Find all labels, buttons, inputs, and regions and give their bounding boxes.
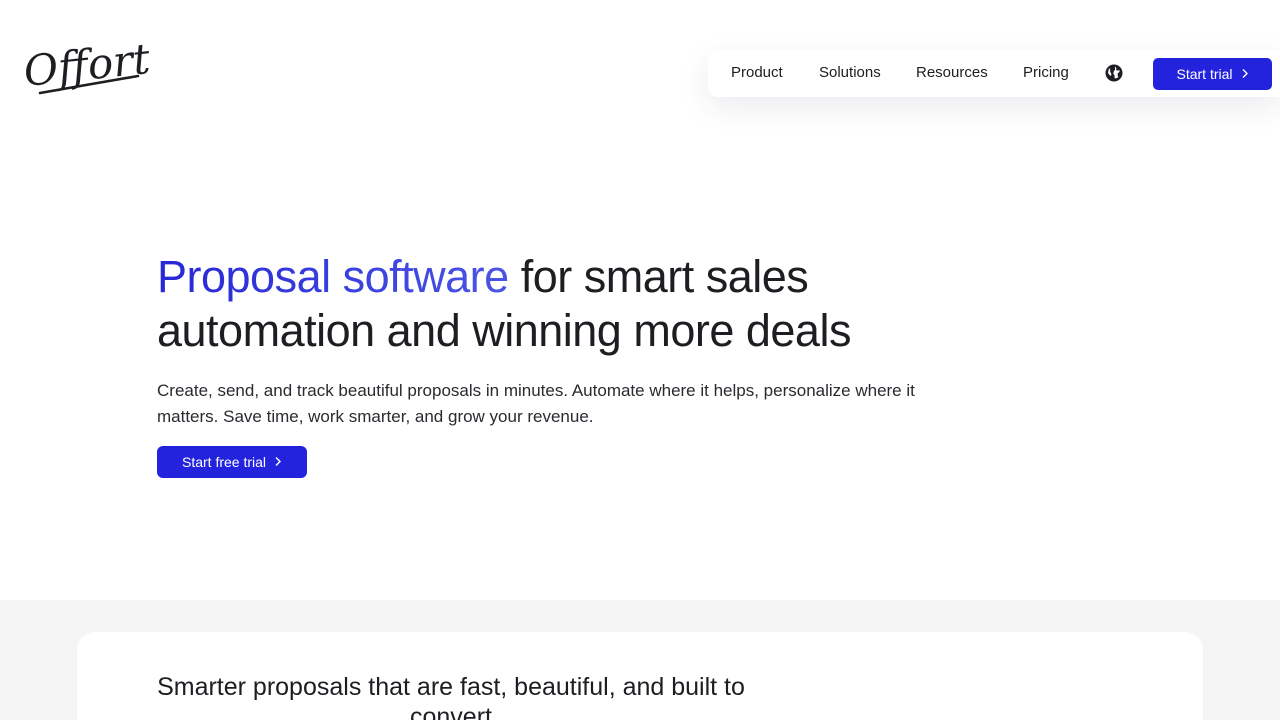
nav-item-solutions[interactable]: Solutions	[819, 64, 881, 81]
chevron-right-icon	[1241, 68, 1249, 81]
globe-icon[interactable]	[1104, 63, 1124, 83]
start-trial-button[interactable]: Start trial	[1153, 58, 1272, 90]
hero-title: Proposal software for smart sales automa…	[157, 250, 957, 358]
nav-item-product[interactable]: Product	[731, 64, 783, 81]
brand-logo-mark: Offorte	[22, 40, 152, 96]
nav-item-resources[interactable]: Resources	[916, 64, 988, 81]
page: Offorte Product Solutions Resources Pric…	[0, 0, 1280, 720]
hero-title-accent: Proposal software	[157, 251, 509, 302]
features-card: Smarter proposals that are fast, beautif…	[77, 632, 1203, 720]
start-free-trial-label: Start free trial	[181, 454, 267, 470]
start-free-trial-button[interactable]: Start free trial	[157, 446, 307, 478]
features-heading: Smarter proposals that are fast, beautif…	[157, 673, 745, 720]
chevron-right-icon	[274, 456, 282, 469]
main-nav: Product Solutions Resources Pricing Star…	[708, 50, 1280, 97]
brand-logo-wordmark: Offorte	[22, 40, 152, 96]
nav-item-pricing[interactable]: Pricing	[1023, 64, 1069, 81]
brand-logo[interactable]: Offorte	[22, 40, 152, 100]
hero-subtitle: Create, send, and track beautiful propos…	[157, 381, 915, 426]
start-trial-label: Start trial	[1176, 66, 1233, 82]
features-section: Smarter proposals that are fast, beautif…	[0, 600, 1280, 720]
